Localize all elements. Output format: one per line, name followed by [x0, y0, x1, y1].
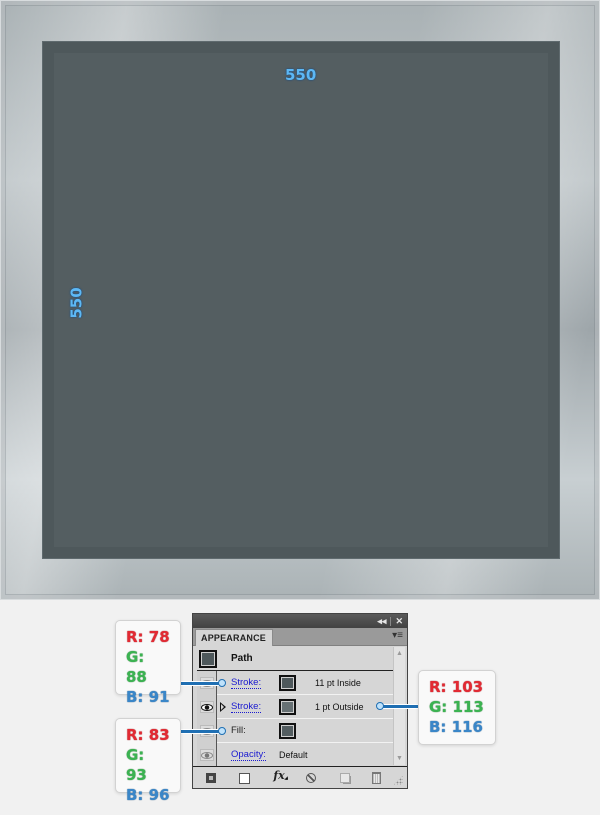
callout-connector-dot [218, 727, 226, 735]
appearance-row-fill[interactable]: Fill: [197, 719, 395, 743]
appearance-row-opacity[interactable]: Opacity: Default [197, 743, 395, 767]
close-panel-icon[interactable]: ✕ [395, 616, 403, 627]
callout-connector-dot [376, 702, 384, 710]
green-value: G: 88 [126, 648, 147, 686]
blue-value: B: 96 [126, 786, 170, 804]
panel-menu-icon[interactable]: ▾≡ [392, 630, 403, 641]
panel-footer-toolbar: fx [193, 766, 407, 788]
resize-grip-icon[interactable] [393, 775, 403, 785]
red-value: R: 103 [429, 678, 484, 696]
stroke-weight-value: 1 pt Outside [315, 702, 364, 712]
artboard-canvas: 550 550 [0, 0, 600, 600]
callout-connector-dot [218, 679, 226, 687]
opacity-value: Default [279, 750, 308, 760]
rgb-callout-stroke-outside: R: 103 G: 113 B: 116 [418, 670, 496, 745]
appearance-row-stroke-inside[interactable]: Stroke: 11 pt Inside [197, 671, 395, 695]
opacity-link[interactable]: Opacity: [231, 749, 266, 761]
titlebar-divider [390, 616, 392, 626]
clear-appearance-icon[interactable] [305, 772, 317, 784]
callout-connector-line [181, 729, 221, 734]
blue-value: B: 116 [429, 718, 483, 736]
tab-appearance[interactable]: APPEARANCE [195, 629, 273, 646]
width-dimension-label: 550 [285, 66, 317, 84]
red-value: R: 78 [126, 628, 170, 646]
path-header-row[interactable]: Path [197, 647, 395, 671]
rgb-callout-stroke-inside: R: 78 G: 88 B: 91 [115, 620, 181, 706]
green-value: G: 93 [126, 746, 147, 784]
add-new-fill-icon[interactable] [238, 772, 250, 784]
add-new-stroke-icon[interactable] [205, 772, 217, 784]
dark-square-shape[interactable] [43, 42, 559, 558]
rgb-callout-fill: R: 83 G: 93 B: 96 [115, 718, 181, 804]
height-dimension-label: 550 [67, 287, 86, 319]
scroll-down-arrow-icon[interactable]: ▼ [396, 755, 403, 762]
disclosure-triangle-icon[interactable] [220, 702, 226, 712]
visibility-eye-icon[interactable] [200, 749, 214, 761]
duplicate-item-icon[interactable] [339, 772, 351, 784]
stroke-color-swatch[interactable] [279, 675, 296, 691]
fill-label: Fill: [231, 725, 246, 736]
panel-tab-strip: APPEARANCE ▾≡ [193, 628, 407, 646]
path-thumbnail [199, 650, 217, 668]
callout-connector-line [382, 704, 418, 709]
scroll-up-arrow-icon[interactable]: ▲ [396, 650, 403, 657]
blue-value: B: 91 [126, 688, 170, 706]
appearance-row-stroke-outside[interactable]: Stroke: 1 pt Outside [197, 695, 395, 719]
red-value: R: 83 [126, 726, 170, 744]
fill-color-swatch[interactable] [279, 723, 296, 739]
callout-connector-line [181, 681, 221, 686]
stroke-link[interactable]: Stroke: [231, 701, 262, 713]
object-type-label: Path [231, 653, 253, 664]
appearance-list: Path Stroke: 11 pt Inside Stroke: 1 pt O… [197, 647, 395, 767]
stroke-link[interactable]: Stroke: [231, 677, 262, 689]
stroke-color-swatch[interactable] [279, 699, 296, 715]
stroke-weight-value: 11 pt Inside [315, 678, 361, 688]
panel-titlebar[interactable]: ◂◂ ✕ [193, 614, 407, 628]
delete-item-icon[interactable] [370, 772, 382, 784]
green-value: G: 113 [429, 698, 484, 716]
visibility-eye-icon[interactable] [200, 701, 214, 713]
collapse-panel-icon[interactable]: ◂◂ [377, 616, 386, 627]
appearance-panel: ◂◂ ✕ APPEARANCE ▾≡ Path Stroke: 11 pt In… [192, 613, 408, 789]
add-new-effect-icon[interactable]: fx [269, 769, 289, 782]
